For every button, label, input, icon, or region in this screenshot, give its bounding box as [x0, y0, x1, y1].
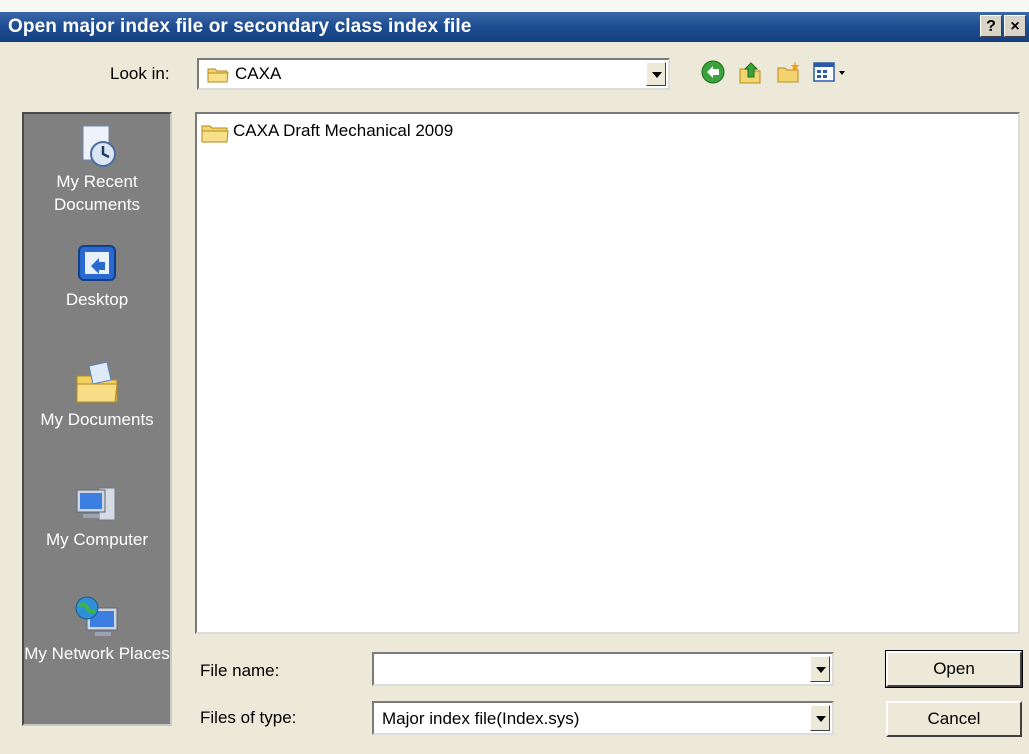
back-icon[interactable]: [700, 59, 726, 85]
look-in-label: Look in:: [110, 64, 170, 83]
file-name-label: File name:: [200, 661, 280, 680]
places-bar: My Recent Documents Desktop My Documents…: [22, 112, 172, 726]
place-desktop[interactable]: Desktop: [24, 240, 170, 311]
title-bar[interactable]: Open major index file or secondary class…: [0, 12, 1029, 42]
place-label: My Recent Documents: [54, 172, 140, 214]
desktop-icon: [78, 245, 116, 281]
files-of-type-select[interactable]: Major index file(Index.sys): [372, 701, 834, 735]
views-menu-icon[interactable]: [812, 59, 852, 85]
cancel-button[interactable]: Cancel: [886, 701, 1022, 737]
place-label: My Network Places: [24, 644, 170, 663]
file-name: CAXA Draft Mechanical 2009: [233, 121, 454, 140]
my-documents-icon: [76, 361, 118, 403]
files-of-type-value: Major index file(Index.sys): [382, 709, 580, 728]
place-label: My Documents: [40, 410, 154, 429]
window-top-edge: [0, 0, 1029, 12]
new-folder-icon[interactable]: [776, 59, 802, 85]
open-button[interactable]: Open: [885, 650, 1023, 688]
place-my-documents[interactable]: My Documents: [24, 360, 170, 431]
place-my-recent-documents[interactable]: My Recent Documents: [24, 122, 170, 216]
look-in-dropdown[interactable]: CAXA: [197, 58, 670, 90]
chevron-down-icon[interactable]: [810, 656, 830, 682]
chevron-down-icon[interactable]: [646, 62, 666, 86]
my-computer-icon: [76, 487, 116, 521]
place-my-network-places[interactable]: My Network Places: [24, 594, 170, 665]
folder-icon: [201, 125, 229, 143]
file-name-input[interactable]: [372, 652, 834, 686]
help-button[interactable]: ?: [980, 15, 1002, 37]
up-folder-icon[interactable]: [737, 59, 763, 85]
network-places-icon: [75, 596, 118, 636]
close-button[interactable]: ×: [1004, 15, 1026, 37]
window-title: Open major index file or secondary class…: [8, 16, 472, 37]
file-list[interactable]: CAXA Draft Mechanical 2009: [195, 112, 1020, 634]
folder-icon: [207, 68, 229, 83]
place-label: Desktop: [65, 290, 129, 309]
place-my-computer[interactable]: My Computer: [24, 480, 170, 551]
look-in-value: CAXA: [235, 64, 282, 83]
place-label: My Computer: [45, 530, 149, 549]
chevron-down-icon[interactable]: [810, 705, 830, 731]
recent-documents-icon: [82, 125, 116, 167]
files-of-type-label: Files of type:: [200, 708, 297, 727]
